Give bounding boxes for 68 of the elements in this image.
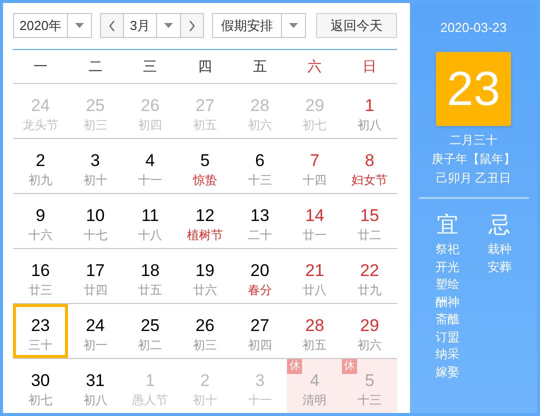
rest-day-badge: 休 [287, 359, 302, 374]
holiday-dropdown[interactable]: 假期安排 [212, 13, 306, 38]
caret-icon [75, 23, 84, 28]
day-cell[interactable]: 1 初八 [342, 84, 398, 138]
day-cell[interactable]: 19 廿六 [178, 249, 232, 303]
almanac-item: 酬神 [436, 294, 460, 310]
previous-month-button[interactable] [101, 14, 123, 37]
chevron-right-icon [188, 20, 196, 32]
weekday-label: 二 [87, 56, 104, 76]
selected-date: 2020-03-23 [440, 19, 507, 37]
day-cell[interactable]: 17 廿四 [68, 249, 123, 303]
rest-day-badge: 休 [342, 359, 358, 374]
day-cell[interactable]: 25 初二 [122, 304, 178, 358]
day-cell[interactable]: 18 廿五 [122, 249, 178, 303]
day-cell[interactable]: 16 廿三 [13, 249, 68, 303]
weekday-label: 一 [32, 56, 48, 76]
lunar-month-day: 己卯月 乙丑日 [436, 169, 512, 188]
day-cell[interactable]: 2 初九 [13, 139, 68, 193]
day-cell[interactable]: 26 初三 [178, 304, 232, 358]
day-cell[interactable]: 20 春分 [232, 249, 288, 303]
day-cell[interactable]: 9 十六 [13, 194, 68, 248]
weekday-label: 五 [252, 56, 268, 76]
almanac-item: 祭祀 [436, 241, 460, 258]
day-cell[interactable]: 22 廿九 [342, 249, 398, 303]
almanac-heading: 忌 [488, 211, 510, 239]
day-cell[interactable]: 24 初一 [68, 304, 123, 358]
weekday-label: 六 [306, 56, 323, 76]
day-cell[interactable]: 5 惊蛰 [178, 139, 232, 193]
day-cell[interactable]: 8 妇女节 [342, 139, 398, 193]
almanac-item: 订盟 [436, 328, 460, 346]
day-cell[interactable]: 31 初八 [68, 359, 123, 413]
weekday-label: 三 [142, 56, 158, 76]
almanac-item: 栽种 [488, 241, 512, 258]
today-button[interactable]: 返回今天 [316, 13, 397, 38]
almanac-item: 嫁娶 [436, 364, 460, 380]
day-cell[interactable]: 28 初五 [287, 304, 342, 358]
almanac-item: 塑绘 [436, 276, 460, 293]
day-cell[interactable]: 29 初六 [342, 304, 398, 358]
day-number-tile: 23 [436, 52, 511, 126]
next-month-button[interactable] [181, 14, 203, 37]
day-cell[interactable]: 21 廿八 [287, 249, 342, 303]
lunar-date: 二月三十 [450, 132, 498, 149]
day-cell[interactable]: 12 植树节 [178, 194, 232, 248]
day-cell[interactable]: 6 十三 [232, 139, 288, 193]
day-cell[interactable]: 30 初七 [13, 359, 68, 413]
day-cell[interactable]: 7 十四 [287, 139, 342, 193]
day-cell[interactable]: 15 廿二 [342, 194, 398, 248]
almanac-item: 斋醮 [436, 311, 460, 328]
day-cell[interactable]: 27 初四 [232, 304, 288, 358]
day-cell[interactable]: 13 二十 [232, 194, 288, 248]
lunar-year: 庚子年【鼠年】 [432, 151, 516, 168]
weekday-label: 四 [197, 56, 213, 76]
day-cell[interactable]: 3 初十 [68, 139, 123, 193]
almanac-item: 安葬 [488, 258, 512, 276]
chevron-left-icon [108, 20, 116, 32]
caret-icon [289, 23, 298, 28]
almanac-item: 纳采 [436, 346, 460, 363]
almanac-item: 开光 [436, 258, 460, 276]
day-cell[interactable]: 11 十八 [122, 194, 178, 248]
year-dropdown[interactable]: 2020年 [13, 13, 92, 38]
caret-icon [164, 23, 173, 28]
month-dropdown[interactable]: 3月 [123, 14, 181, 37]
day-cell[interactable]: 23 三十 [13, 304, 68, 358]
weekday-label: 日 [362, 56, 378, 76]
day-cell[interactable]: 10 十七 [68, 194, 123, 248]
almanac-heading: 宜 [436, 211, 458, 239]
day-cell[interactable]: 4 十一 [122, 139, 178, 193]
day-cell[interactable]: 14 廿一 [287, 194, 342, 248]
